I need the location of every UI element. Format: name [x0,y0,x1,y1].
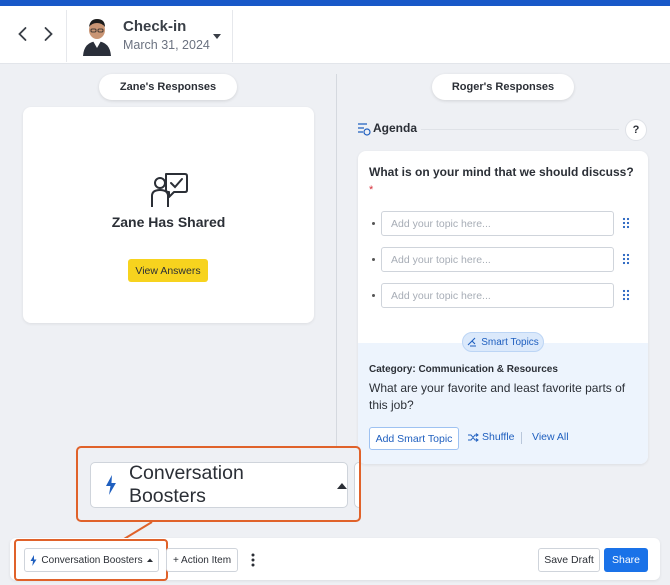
drag-handle-icon[interactable] [622,289,630,301]
chevron-right-icon [44,27,53,41]
page-title: Check-in [123,18,187,35]
smart-topics-icon [467,337,477,347]
zane-shared-card: Zane Has Shared View Answers [23,107,314,323]
divider [521,432,522,444]
zane-shared-text: Zane Has Shared [111,214,226,230]
more-options-button[interactable] [243,548,263,572]
divider [421,129,619,130]
shuffle-button[interactable]: Shuffle [468,431,515,443]
chevron-left-icon [18,27,27,41]
smart-topics-panel: Category: Communication & Resources What… [358,343,648,464]
header-divider [232,10,233,62]
topic-row [372,211,642,237]
zoom-callout: Conversation Boosters [76,446,361,522]
smart-topics-label: Smart Topics [481,336,539,348]
view-answers-button[interactable]: View Answers [128,259,208,282]
next-button[interactable] [38,24,58,44]
help-button[interactable]: ? [625,119,647,141]
header-divider [66,10,67,62]
topic-input-2[interactable] [381,247,614,272]
view-all-link[interactable]: View All [532,431,569,443]
zane-responses-tab[interactable]: Zane's Responses [99,74,237,100]
add-smart-topic-button[interactable]: Add Smart Topic [369,427,459,450]
smart-topic-question: What are your favorite and least favorit… [369,381,626,412]
topic-row [372,283,642,309]
zoomed-neighbor-edge [354,462,359,508]
conversation-boosters-button[interactable]: Conversation Boosters [24,548,159,572]
bullet [372,258,375,261]
share-button[interactable]: Share [604,548,648,572]
smart-topic-category: Category: Communication & Resources [369,364,558,375]
caret-up-icon [146,558,153,562]
roger-responses-tab[interactable]: Roger's Responses [432,74,574,100]
avatar [83,19,111,56]
add-action-item-button[interactable]: + Action Item [166,548,238,572]
agenda-header: Agenda ? [357,119,649,141]
shuffle-icon [468,432,479,442]
drag-handle-icon[interactable] [622,217,630,229]
drag-handle-icon[interactable] [622,253,630,265]
agenda-card: What is on your mind that we should disc… [358,151,648,464]
agenda-question: What is on your mind that we should disc… [369,165,634,179]
topic-input-1[interactable] [381,211,614,236]
zoomed-label: Conversation Boosters [128,462,244,507]
smart-topics-button[interactable]: Smart Topics [462,332,544,352]
topic-row [372,247,642,273]
lightning-icon [105,475,116,495]
checkin-date: March 31, 2024 [123,38,210,52]
agenda-list-icon [358,123,371,136]
lightning-icon [30,554,37,566]
shared-feedback-icon [151,173,188,207]
save-draft-button[interactable]: Save Draft [538,548,600,572]
kebab-menu-icon [251,553,255,567]
required-mark: * [369,184,374,196]
agenda-title: Agenda [373,121,418,135]
header: Check-in March 31, 2024 [0,6,670,64]
zoomed-conversation-boosters: Conversation Boosters [90,462,348,508]
previous-button[interactable] [13,24,33,44]
shuffle-label: Shuffle [482,431,515,443]
caret-down-icon[interactable] [212,32,222,40]
bullet [372,294,375,297]
column-divider [336,74,337,464]
caret-up-icon [337,482,347,489]
conversation-boosters-label: Conversation Boosters [41,554,143,566]
bullet [372,222,375,225]
topic-input-3[interactable] [381,283,614,308]
